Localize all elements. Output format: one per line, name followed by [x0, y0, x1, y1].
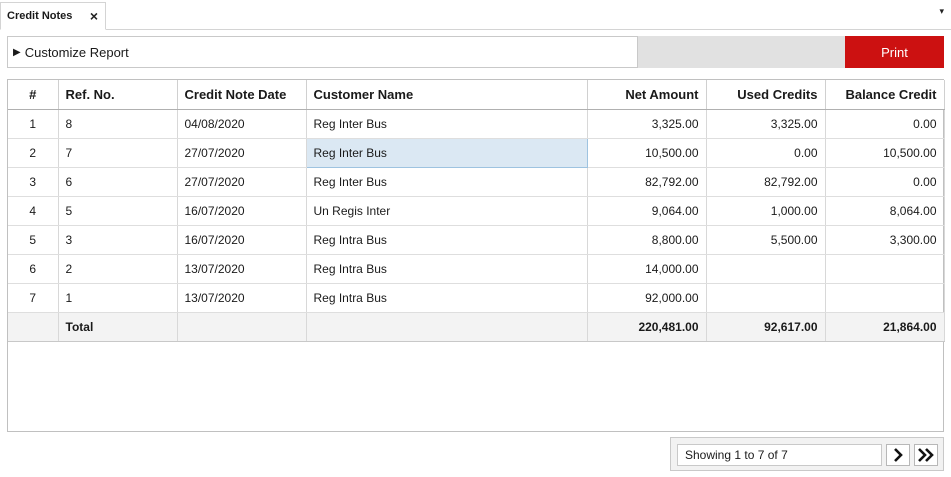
header-row: # Ref. No. Credit Note Date Customer Name Ne…	[8, 80, 945, 110]
tab-credit-notes[interactable]: Credit Notes ×	[0, 2, 106, 30]
expand-arrow-icon: ▶	[13, 46, 21, 58]
cell-used-credits[interactable]: 1,000.00	[706, 196, 826, 226]
cell-credit-note-date[interactable]: 27/07/2020	[177, 167, 307, 197]
header-col-balance-credit[interactable]: Balance Credit	[825, 80, 945, 110]
table-row[interactable]: 2 7 27/07/2020 Reg Inter Bus 10,500.00 0.00 10…	[8, 137, 945, 168]
chevron-right-icon	[894, 448, 903, 462]
cell-net-amount[interactable]: 10,500.00	[587, 138, 707, 168]
cell-balance-credit[interactable]: 0.00	[825, 167, 945, 197]
customize-report-label: Customize Report	[24, 44, 129, 60]
cell-index[interactable]: 7	[8, 283, 59, 313]
cell-net-amount[interactable]: 14,000.00	[587, 254, 707, 284]
table-row[interactable]: 1 8 04/08/2020 Reg Inter Bus 3,325.00 3,325.0…	[8, 109, 945, 139]
header-col-credit-note-date[interactable]: Credit Note Date	[177, 80, 307, 110]
cell-used-credits[interactable]	[706, 283, 826, 313]
tab-strip: Credit Notes × ▾	[0, 0, 951, 30]
header-col-ref-no[interactable]: Ref. No.	[58, 80, 178, 110]
last-page-button[interactable]	[914, 444, 938, 466]
cell-balance-credit[interactable]: 10,500.00	[825, 138, 945, 168]
cell-used-credits[interactable]	[706, 254, 826, 284]
cell-ref-no[interactable]: 2	[58, 254, 178, 284]
cell-customer-name[interactable]: Reg Intra Bus	[306, 254, 588, 284]
cell-balance-credit[interactable]: 0.00	[825, 109, 945, 139]
table-row[interactable]: 3 6 27/07/2020 Reg Inter Bus 82,792.00 82,792…	[8, 167, 945, 197]
cell-ref-no[interactable]: 8	[58, 109, 178, 139]
cell-customer-name[interactable]: Reg Inter Bus	[306, 167, 588, 197]
cell-index[interactable]: 2	[8, 138, 59, 168]
print-button[interactable]: Print	[845, 36, 944, 68]
cell-ref-no[interactable]: 3	[58, 225, 178, 255]
cell-index[interactable]: 6	[8, 254, 59, 284]
table-row[interactable]: 4 5 16/07/2020 Un Regis Inter 9,064.00 1,000.…	[8, 196, 945, 226]
cell-net-amount[interactable]: 9,064.00	[587, 196, 707, 226]
cell-ref-no[interactable]: 1	[58, 283, 178, 313]
table-row[interactable]: 7 1 13/07/2020 Reg Intra Bus 92,000.00	[8, 283, 945, 313]
cell-ref-no[interactable]: 5	[58, 196, 178, 226]
customize-report-toggle[interactable]: ▶ Customize Report	[7, 36, 638, 68]
credit-notes-grid: # Ref. No. Credit Note Date Customer Name Ne…	[7, 79, 945, 432]
table-row[interactable]: 5 3 16/07/2020 Reg Intra Bus 8,800.00 5,500.0…	[8, 225, 945, 255]
next-page-button[interactable]	[886, 444, 910, 466]
header-col-customer-name[interactable]: Customer Name	[306, 80, 588, 110]
cell-customer-name[interactable]: Reg Inter Bus	[306, 109, 588, 139]
header-col-used-credits[interactable]: Used Credits	[706, 80, 826, 110]
cell-credit-note-date[interactable]: 04/08/2020	[177, 109, 307, 139]
cell-used-credits[interactable]: 0.00	[706, 138, 826, 168]
cell-used-credits[interactable]: 3,325.00	[706, 109, 826, 139]
tab-label: Credit Notes	[7, 10, 73, 22]
cell-ref-no[interactable]: 7	[58, 138, 178, 168]
cell-credit-note-date[interactable]: 16/07/2020	[177, 196, 307, 226]
total-row: Total 220,481.00 92,617.00 21,864.00	[8, 312, 945, 342]
data-table: # Ref. No. Credit Note Date Customer Name Ne…	[8, 80, 945, 342]
dropdown-arrow-icon[interactable]: ▾	[939, 6, 944, 17]
cell-net-amount[interactable]: 82,792.00	[587, 167, 707, 197]
cell-customer-name[interactable]: Reg Intra Bus	[306, 283, 588, 313]
total-customer-name	[306, 312, 588, 342]
cell-credit-note-date[interactable]: 16/07/2020	[177, 225, 307, 255]
double-chevron-right-icon	[918, 448, 934, 462]
cell-used-credits[interactable]: 82,792.00	[706, 167, 826, 197]
total-ref-no: Total	[58, 312, 178, 342]
cell-used-credits[interactable]: 5,500.00	[706, 225, 826, 255]
cell-ref-no[interactable]: 6	[58, 167, 178, 197]
total-index	[8, 312, 59, 342]
cell-credit-note-date[interactable]: 27/07/2020	[177, 138, 307, 168]
table-row[interactable]: 6 2 13/07/2020 Reg Intra Bus 14,000.00	[8, 254, 945, 284]
close-icon[interactable]: ×	[90, 8, 98, 24]
total-used-credits: 92,617.00	[706, 312, 826, 342]
cell-balance-credit[interactable]: 8,064.00	[825, 196, 945, 226]
toolbar-spacer	[638, 36, 845, 68]
cell-credit-note-date[interactable]: 13/07/2020	[177, 254, 307, 284]
cell-index[interactable]: 1	[8, 109, 59, 139]
cell-customer-name[interactable]: Reg Inter Bus	[305, 137, 588, 168]
total-balance-credit: 21,864.00	[825, 312, 945, 342]
cell-index[interactable]: 5	[8, 225, 59, 255]
pager: Showing 1 to 7 of 7	[670, 437, 944, 471]
total-net-amount: 220,481.00	[587, 312, 707, 342]
total-credit-note-date	[177, 312, 307, 342]
cell-balance-credit[interactable]: 3,300.00	[825, 225, 945, 255]
cell-net-amount[interactable]: 92,000.00	[587, 283, 707, 313]
cell-net-amount[interactable]: 3,325.00	[587, 109, 707, 139]
cell-index[interactable]: 3	[8, 167, 59, 197]
header-col-net-amount[interactable]: Net Amount	[587, 80, 707, 110]
cell-balance-credit[interactable]	[825, 254, 945, 284]
header-col-index[interactable]: #	[8, 80, 59, 110]
cell-net-amount[interactable]: 8,800.00	[587, 225, 707, 255]
pager-info: Showing 1 to 7 of 7	[677, 444, 882, 466]
cell-balance-credit[interactable]	[825, 283, 945, 313]
cell-credit-note-date[interactable]: 13/07/2020	[177, 283, 307, 313]
cell-customer-name[interactable]: Un Regis Inter	[306, 196, 588, 226]
cell-index[interactable]: 4	[8, 196, 59, 226]
cell-customer-name[interactable]: Reg Intra Bus	[306, 225, 588, 255]
